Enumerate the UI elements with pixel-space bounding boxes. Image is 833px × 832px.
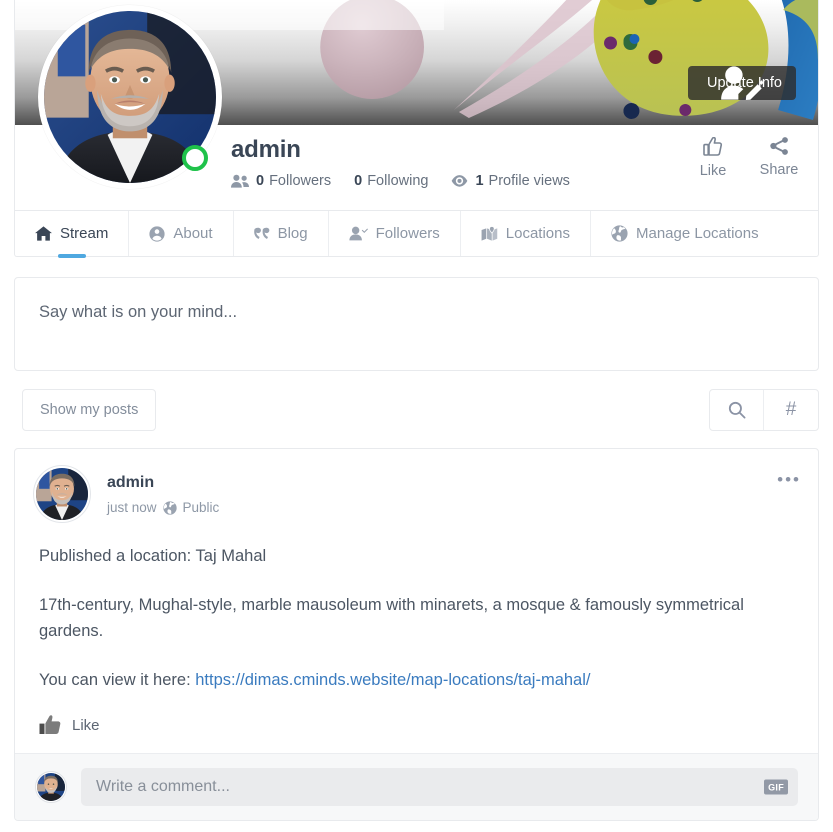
post-options-button[interactable]: ••• (777, 471, 801, 488)
post-author-avatar[interactable] (33, 465, 91, 523)
composer-placeholder: Say what is on your mind... (39, 303, 238, 321)
tab-stream-label: Stream (60, 225, 109, 242)
user-check-icon (348, 226, 368, 241)
post-paragraph-title: Published a location: Taj Mahal (39, 547, 267, 565)
thumbs-up-icon (39, 715, 61, 735)
user-circle-icon (149, 225, 165, 242)
stat-followers[interactable]: 0 Followers (256, 173, 331, 189)
stream-filter-row: Show my posts # (14, 389, 819, 431)
post-composer[interactable]: Say what is on your mind... (14, 277, 819, 371)
post-link-prefix: You can view it here: (39, 671, 196, 689)
hashtag-button[interactable]: # (764, 390, 818, 430)
post-body: Published a location: Taj Mahal 17th-cen… (15, 525, 818, 703)
share-profile-label: Share (759, 162, 799, 178)
user-avatar-illustration (37, 773, 65, 801)
avatar[interactable] (38, 5, 222, 189)
comment-input-wrap: GIF (81, 768, 798, 806)
post-like-button[interactable]: Like (39, 715, 100, 735)
profile-views-count: 1 (475, 173, 484, 189)
comment-author-avatar (35, 771, 67, 803)
stat-following[interactable]: 0 Following (354, 173, 428, 189)
post-header: admin just now Public ••• (15, 449, 818, 525)
followers-count: 0 (256, 173, 265, 189)
post-location-link[interactable]: https://dimas.cminds.website/map-locatio… (195, 671, 590, 689)
like-profile-label: Like (699, 163, 727, 179)
tab-about[interactable]: About (129, 211, 234, 256)
post-author-avatar-photo (36, 468, 88, 520)
profile-views-label: Profile views (488, 173, 570, 189)
post-timestamp: just now (107, 500, 157, 515)
show-my-posts-button[interactable]: Show my posts (22, 389, 157, 431)
tab-locations-label: Locations (505, 225, 570, 242)
following-label: Following (367, 173, 429, 189)
search-button[interactable] (710, 390, 764, 430)
thumbs-up-icon (703, 137, 723, 156)
like-profile-button[interactable]: Like (694, 137, 732, 179)
tab-locations[interactable]: Locations (461, 211, 591, 256)
globe-icon (162, 500, 177, 515)
comment-input[interactable] (81, 768, 798, 806)
tab-followers[interactable]: Followers (329, 211, 461, 256)
stat-profile-views: 1 Profile views (475, 173, 569, 189)
tab-blog-label: Blog (277, 225, 308, 242)
tab-followers-label: Followers (375, 225, 440, 242)
stream-icon-group: # (709, 389, 819, 431)
globe-icon (611, 225, 628, 242)
home-icon (35, 226, 52, 241)
tab-manage-locations[interactable]: Manage Locations (591, 211, 779, 256)
tab-stream[interactable]: Stream (15, 211, 130, 256)
post-paragraph-description: 17th-century, Mughal-style, marble mauso… (39, 596, 744, 640)
quote-icon (253, 227, 270, 240)
post-paragraph-link: You can view it here: https://dimas.cmin… (39, 667, 794, 693)
post-privacy-label: Public (182, 500, 220, 515)
map-marker-icon (481, 225, 498, 242)
comment-bar: GIF (15, 753, 818, 820)
post-header-text: admin just now Public (107, 465, 219, 515)
show-my-posts-label: Show my posts (40, 402, 139, 418)
share-profile-button[interactable]: Share (760, 137, 798, 179)
post-submeta: just now Public (107, 500, 219, 515)
update-info-button[interactable]: Update Info (688, 66, 796, 100)
profile-actions: Like Share (694, 137, 798, 179)
post-author-name[interactable]: admin (107, 473, 219, 493)
search-icon (728, 401, 746, 419)
share-icon (769, 137, 789, 155)
following-count: 0 (354, 173, 363, 189)
user-avatar-illustration (36, 468, 88, 520)
tab-about-label: About (173, 225, 213, 242)
comment-author-avatar-photo (37, 773, 65, 801)
followers-label: Followers (269, 173, 332, 189)
post-like-label: Like (72, 716, 100, 734)
tab-blog[interactable]: Blog (234, 211, 329, 256)
users-icon (231, 174, 249, 188)
eye-icon (451, 174, 468, 188)
post-card: admin just now Public ••• Published a lo… (14, 448, 819, 821)
gif-button[interactable]: GIF (764, 779, 788, 795)
profile-header-card: Update Info admin 0 Followers 0 Followin… (14, 0, 819, 257)
profile-tabs: Stream About Blog Followers Locations Ma… (15, 210, 818, 256)
tab-manage-locations-label: Manage Locations (636, 225, 759, 242)
status-badge-online (182, 145, 208, 171)
post-actions: Like (15, 703, 818, 753)
hashtag-icon: # (785, 399, 797, 420)
